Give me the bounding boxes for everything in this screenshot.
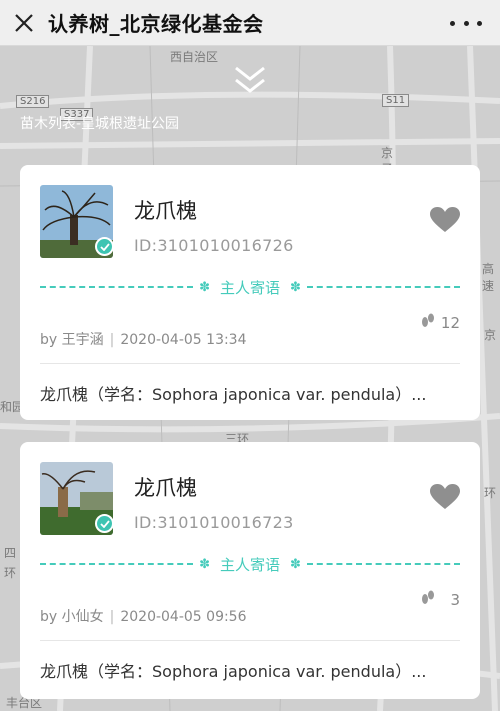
tree-description: 龙爪槐（学名：Sophora japonica var. pendula）...: [40, 385, 427, 404]
footprint-icon: [422, 590, 434, 604]
step-count: 3: [450, 591, 460, 609]
owner-message-label: 主人寄语: [220, 555, 281, 574]
map-label: 京: [381, 146, 394, 160]
post-datetime: 2020-04-05 13:34: [120, 332, 247, 348]
close-icon: [15, 13, 33, 32]
heart-icon[interactable]: [430, 207, 460, 233]
more-dot-icon: [477, 20, 482, 26]
owner-message-divider: ✽ 主人寄语 ✽: [40, 554, 461, 574]
map-label: 京: [484, 328, 497, 342]
heart-icon[interactable]: [430, 484, 460, 510]
step-count: 12: [440, 314, 460, 332]
author-name: by 王宇涵: [40, 332, 104, 348]
tree-card[interactable]: 龙爪槐 ID:3101010016726 ✽ 主人寄语 ✽ 12 by 王宇涵 |…: [20, 165, 480, 420]
map-label: 环: [4, 566, 17, 580]
footprint-icon: [422, 313, 434, 327]
road-badge: S216: [16, 95, 50, 108]
close-button[interactable]: [0, 0, 48, 46]
flower-icon: ✽: [199, 279, 210, 295]
post-datetime: 2020-04-05 09:56: [120, 609, 247, 625]
verified-check-icon: [95, 237, 114, 256]
flower-icon: ✽: [290, 279, 301, 295]
tree-name: 龙爪槐: [134, 199, 197, 223]
map-label: 高速: [482, 262, 495, 293]
tree-description: 龙爪槐（学名：Sophora japonica var. pendula）...: [40, 662, 427, 681]
top-bar: 认养树_北京绿化基金会: [0, 0, 500, 46]
collapse-chevron-icon[interactable]: [232, 66, 268, 96]
flower-icon: ✽: [290, 556, 301, 572]
author-name: by 小仙女: [40, 609, 104, 625]
more-dot-icon: [450, 20, 455, 26]
road-badge: S11: [382, 94, 410, 107]
byline: by 小仙女 | 2020-04-05 09:56: [40, 609, 247, 625]
card-divider: [40, 640, 460, 641]
more-dot-icon: [463, 20, 469, 26]
page-title: 认养树_北京绿化基金会: [48, 12, 264, 36]
tree-name: 龙爪槐: [134, 476, 197, 500]
map-label: 四: [4, 546, 17, 560]
verified-check-icon: [95, 514, 114, 533]
location-title: 苗木列表-皇城根遗址公园: [20, 116, 180, 132]
flower-icon: ✽: [199, 556, 210, 572]
owner-message-divider: ✽ 主人寄语 ✽: [40, 277, 461, 297]
tree-card[interactable]: 龙爪槐 ID:3101010016723 ✽ 主人寄语 ✽ 3 by 小仙女 | 2…: [20, 442, 480, 699]
owner-message-label: 主人寄语: [220, 278, 281, 297]
map-label: 环: [484, 486, 497, 500]
more-button[interactable]: [450, 10, 482, 36]
tree-id: ID:3101010016723: [134, 513, 294, 532]
map-label: 西自治区: [170, 50, 219, 64]
tree-id: ID:3101010016726: [134, 236, 294, 255]
byline: by 王宇涵 | 2020-04-05 13:34: [40, 332, 247, 348]
card-divider: [40, 363, 460, 364]
